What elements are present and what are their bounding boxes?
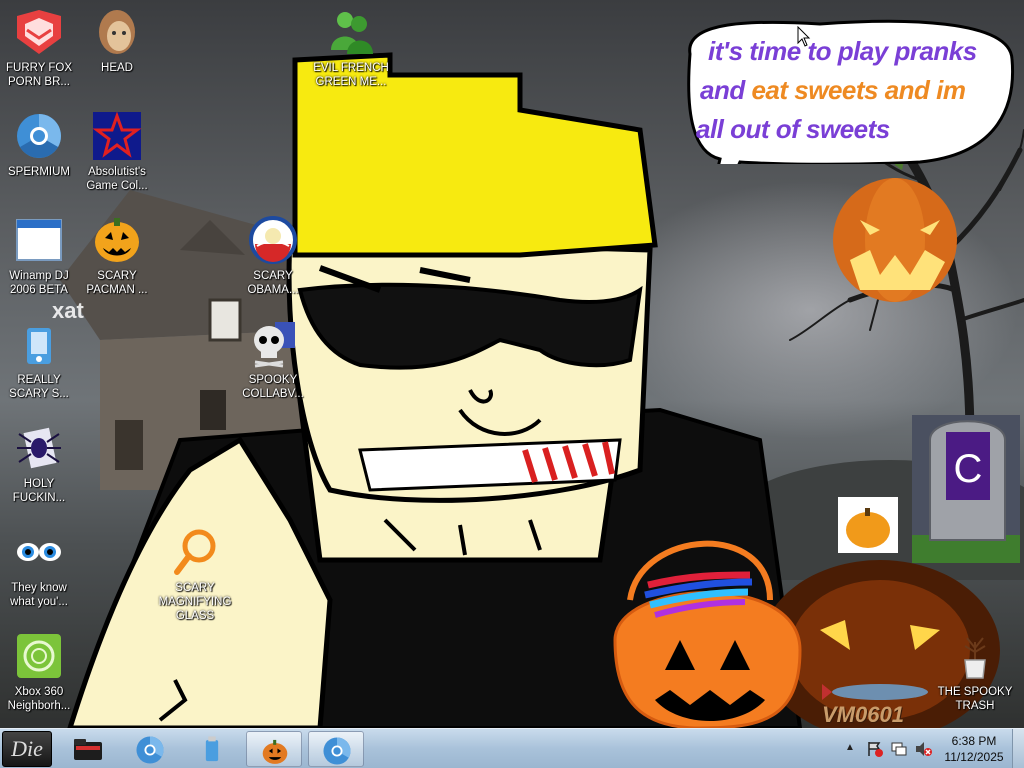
desktop-icon-label: SCARY OBAMA...	[247, 270, 299, 296]
xbox-360-icon	[17, 634, 61, 678]
pumpkin-decoration	[833, 150, 957, 302]
messenger-users-icon	[331, 12, 373, 54]
taskbar-clock[interactable]: 6:38 PM 11/12/2025	[940, 733, 1008, 765]
desktop-icon-label: HOLY FUCKIN...	[12, 478, 66, 504]
desktop-icon-scary-pacman[interactable]: SCARY PACMAN ...	[78, 214, 156, 297]
desktop-icon-label: FURRY FOX PORN BR...	[5, 62, 73, 88]
taskbar: Die ▲ 6:38 PM 11/12/2025	[0, 728, 1024, 768]
desktop-icon-label: Xbox 360 Neighborh...	[7, 686, 71, 712]
desktop-icon-spermium[interactable]: SPERMIUM	[0, 110, 78, 179]
furry-fox-browser-icon	[17, 10, 61, 54]
taskbar-explorer[interactable]	[60, 731, 116, 767]
obama-logo-icon	[249, 216, 297, 264]
desktop-icon-head[interactable]: HEAD	[78, 6, 156, 75]
usb-drive-icon	[205, 736, 219, 762]
desktop-icon-label: EVIL FRENCH GREEN ME...	[313, 62, 389, 88]
desktop-icon-spooky-collab[interactable]: SPOOKY COLLABV...	[234, 318, 312, 401]
chromium-icon	[136, 736, 164, 764]
chromium-browser-icon	[17, 114, 61, 158]
bubble-line-3: all out of sweets	[696, 114, 890, 144]
desktop-icon-scary-obama[interactable]: SCARY OBAMA...	[234, 214, 312, 297]
head-icon	[99, 10, 135, 54]
start-button[interactable]: Die	[2, 731, 52, 767]
desktop-icon-they-know[interactable]: They know what you'...	[0, 526, 78, 609]
bubble-line-1: it's time to play pranks	[708, 36, 977, 66]
desktop-icon-label: THE SPOOKY TRASH	[937, 686, 1013, 712]
vm0601-logo-text: VM0601	[822, 702, 904, 727]
action-center-flag-icon[interactable]	[866, 740, 884, 758]
jack-o-lantern-pacman-icon	[95, 218, 139, 262]
taskbar-pumpkin[interactable]	[246, 731, 302, 767]
bubble-line-2b: eat sweets and im	[751, 75, 966, 105]
xat-chat-icon	[27, 328, 51, 364]
desktop-icon-label: SPOOKY COLLABV...	[242, 374, 304, 400]
speech-bubble-text: it's time to play pranks and eat sweets …	[696, 32, 1020, 149]
desktop-icon-winamp[interactable]: Winamp DJ 2006 BETA	[0, 214, 78, 297]
bubble-line-2: and eat sweets and im	[700, 71, 1020, 110]
desktop-icon-spooky-trash[interactable]: THE SPOOKY TRASH	[936, 630, 1014, 713]
desktop[interactable]: C xat VM0601 it's time to play pranks an…	[0, 0, 1024, 728]
explorer-folder-icon	[74, 739, 102, 760]
bubble-line-2a: and	[700, 75, 752, 105]
volume-muted-icon[interactable]	[914, 740, 932, 758]
network-icon[interactable]	[890, 740, 908, 758]
clock-time: 6:38 PM	[951, 734, 997, 748]
spooky-trash-icon	[964, 637, 986, 679]
desktop-icon-furry-fox[interactable]: FURRY FOX PORN BR...	[0, 6, 78, 89]
absolutist-star-icon	[92, 111, 142, 160]
desktop-icon-label: Winamp DJ 2006 BETA	[9, 270, 69, 296]
magnifying-glass-icon	[174, 529, 216, 575]
desktop-icon-xbox-360[interactable]: Xbox 360 Neighborh...	[0, 630, 78, 713]
skull-icon	[254, 322, 295, 368]
mouse-cursor	[797, 26, 811, 47]
desktop-icon-evil-french-green-messenger[interactable]: EVIL FRENCH GREEN ME...	[312, 6, 390, 89]
show-desktop-button[interactable]	[1012, 729, 1024, 768]
show-hidden-icons-chevron-icon[interactable]: ▲	[845, 742, 855, 753]
taskbar-chromium-1[interactable]	[122, 731, 178, 767]
spider-icon	[17, 427, 61, 469]
desktop-icon-holy[interactable]: HOLY FUCKIN...	[0, 422, 78, 505]
taskbar-usb[interactable]	[184, 731, 240, 767]
pumpkin-icon	[262, 739, 288, 764]
taskbar-chromium-2[interactable]	[308, 731, 364, 767]
tombstone-c: C	[912, 415, 1020, 563]
clock-date: 11/12/2025	[944, 750, 1004, 764]
desktop-icon-absolutist[interactable]: Absolutist's Game Col...	[78, 110, 156, 193]
desktop-icon-label: SCARY PACMAN ...	[86, 270, 148, 296]
desktop-icon-label: SPERMIUM	[8, 166, 70, 178]
desktop-icon-label: REALLY SCARY S...	[9, 374, 69, 400]
svg-text:C: C	[954, 447, 983, 491]
desktop-icon-label: HEAD	[101, 62, 133, 74]
desktop-icon-label: Absolutist's Game Col...	[86, 166, 148, 192]
winamp-window-icon	[16, 219, 62, 261]
small-pumpkin-photo	[838, 497, 898, 553]
eyes-icon	[17, 543, 61, 561]
desktop-icon-scary-magnifying-glass[interactable]: SCARY MAGNIFYING GLASS	[156, 526, 234, 623]
chromium-icon	[323, 737, 351, 765]
desktop-icon-really-scary[interactable]: REALLY SCARY S...	[0, 318, 78, 401]
desktop-icon-label: SCARY MAGNIFYING GLASS	[158, 582, 232, 622]
desktop-icon-label: They know what you'...	[10, 582, 68, 608]
